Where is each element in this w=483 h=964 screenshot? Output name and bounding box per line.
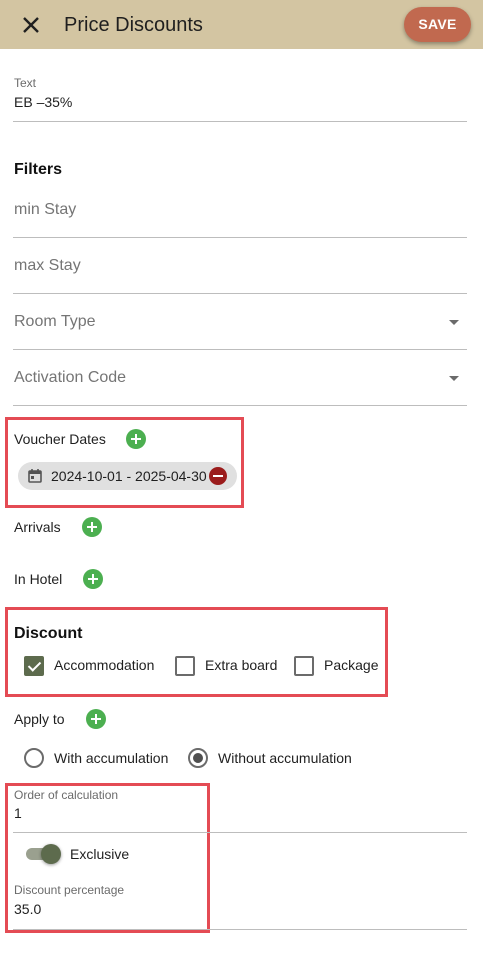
extra-board-checkbox[interactable] — [175, 656, 195, 676]
room-type-chevron-down-icon[interactable] — [449, 320, 459, 325]
min-stay-input[interactable]: min Stay — [14, 200, 76, 219]
discount-percentage-underline — [13, 929, 467, 930]
text-field-underline — [13, 121, 467, 122]
package-checkbox[interactable] — [294, 656, 314, 676]
discount-title: Discount — [14, 625, 83, 642]
app-bar: Price Discounts SAVE — [0, 0, 483, 49]
order-of-calculation-input[interactable]: 1 — [14, 805, 22, 822]
add-apply-to-icon[interactable] — [86, 709, 106, 729]
close-icon[interactable] — [18, 12, 44, 38]
arrivals-label: Arrivals — [14, 519, 61, 535]
accommodation-label: Accommodation — [54, 657, 155, 673]
save-button[interactable]: SAVE — [404, 7, 471, 42]
voucher-date-range: 2024-10-01 - 2025-04-30 — [51, 468, 207, 484]
add-voucher-date-icon[interactable] — [126, 429, 146, 449]
order-of-calculation-underline — [13, 832, 467, 833]
max-stay-input[interactable]: max Stay — [14, 256, 81, 275]
max-stay-underline — [13, 293, 467, 294]
discount-percentage-label: Discount percentage — [14, 883, 125, 897]
in-hotel-label: In Hotel — [14, 571, 63, 587]
with-accumulation-radio[interactable] — [24, 748, 44, 768]
room-type-select[interactable]: Room Type — [14, 312, 96, 331]
accommodation-checkbox[interactable] — [24, 656, 44, 676]
discount-percentage-input[interactable]: 35.0 — [14, 901, 41, 918]
filters-title: Filters — [14, 161, 63, 178]
text-field-value[interactable]: EB –35% — [14, 94, 72, 111]
add-arrival-icon[interactable] — [82, 517, 102, 537]
room-type-underline — [13, 349, 467, 350]
voucher-dates-label: Voucher Dates — [14, 431, 106, 447]
page-title: Price Discounts — [64, 14, 203, 36]
activation-code-chevron-down-icon[interactable] — [449, 376, 459, 381]
order-of-calculation-label: Order of calculation — [14, 788, 119, 802]
exclusive-label: Exclusive — [70, 846, 130, 862]
package-label: Package — [324, 657, 379, 673]
activation-code-select[interactable]: Activation Code — [14, 368, 126, 387]
exclusive-toggle-thumb — [41, 844, 61, 864]
add-in-hotel-icon[interactable] — [83, 569, 103, 589]
activation-code-underline — [13, 405, 467, 406]
calendar-icon — [28, 469, 42, 483]
discount-highlight — [5, 607, 388, 697]
text-field-label: Text — [14, 76, 37, 90]
exclusive-toggle[interactable] — [26, 844, 62, 864]
min-stay-underline — [13, 237, 467, 238]
voucher-date-chip[interactable]: 2024-10-01 - 2025-04-30 — [18, 462, 237, 490]
without-accumulation-label: Without accumulation — [218, 750, 352, 766]
extra-board-label: Extra board — [205, 657, 278, 673]
with-accumulation-label: With accumulation — [54, 750, 169, 766]
remove-date-icon[interactable] — [209, 467, 227, 485]
apply-to-label: Apply to — [14, 711, 65, 727]
without-accumulation-radio[interactable] — [188, 748, 208, 768]
